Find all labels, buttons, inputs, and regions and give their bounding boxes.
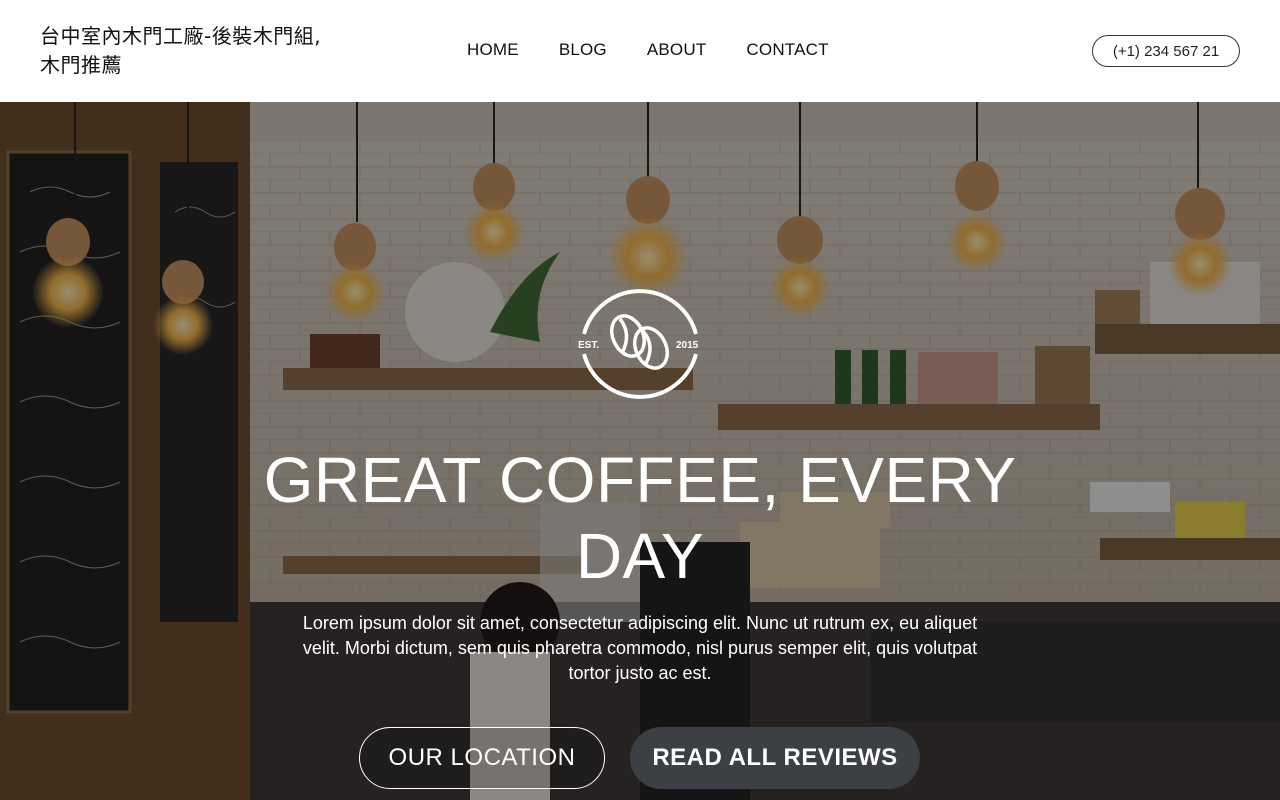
nav-about[interactable]: ABOUT xyxy=(647,40,707,60)
site-header: 台中室內木門工廠-後裝木門組,木門推薦 HOME BLOG ABOUT CONT… xyxy=(0,0,1280,102)
hero-description: Lorem ipsum dolor sit amet, consectetur … xyxy=(302,613,978,683)
hero-section: EST. 2015 GREAT COFFEE, EVERY DAY Lorem … xyxy=(0,102,1280,800)
phone-button[interactable]: (+1) 234 567 21 xyxy=(1092,35,1240,67)
logo-est-text: EST. xyxy=(578,340,599,351)
nav-contact[interactable]: CONTACT xyxy=(746,40,828,60)
nav-home[interactable]: HOME xyxy=(467,40,519,60)
read-reviews-button[interactable]: READ ALL REVIEWS xyxy=(630,727,920,789)
hero-headline: GREAT COFFEE, EVERY DAY xyxy=(263,444,1017,592)
main-nav: HOME BLOG ABOUT CONTACT xyxy=(467,40,829,60)
nav-blog[interactable]: BLOG xyxy=(559,40,607,60)
site-title[interactable]: 台中室內木門工廠-後裝木門組,木門推薦 xyxy=(40,22,330,80)
logo-year-text: 2015 xyxy=(676,340,699,351)
coffee-beans-icon: EST. 2015 xyxy=(578,289,699,399)
our-location-button[interactable]: OUR LOCATION xyxy=(359,727,605,789)
